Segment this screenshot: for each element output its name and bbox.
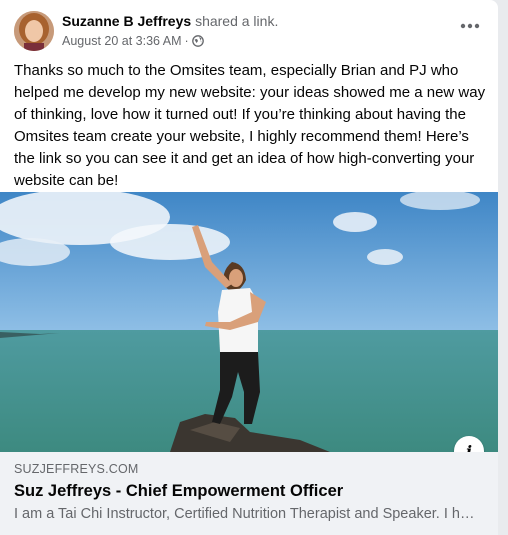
- meta-separator: ·: [184, 34, 189, 48]
- post-header: Suzanne B Jeffreys shared a link. August…: [14, 11, 484, 55]
- post-meta: August 20 at 3:36 AM ·: [62, 34, 204, 48]
- info-label: i: [465, 441, 473, 453]
- more-options-icon[interactable]: [456, 15, 484, 37]
- link-preview-image[interactable]: i: [0, 192, 498, 452]
- globe-icon[interactable]: [191, 35, 204, 47]
- author-avatar[interactable]: [14, 11, 54, 51]
- link-description: I am a Tai Chi Instructor, Certified Nut…: [14, 506, 476, 522]
- author-line: Suzanne B Jeffreys shared a link.: [62, 13, 278, 29]
- link-title[interactable]: Suz Jeffreys - Chief Empowerment Officer: [14, 482, 343, 501]
- post-card: Suzanne B Jeffreys shared a link. August…: [0, 0, 498, 535]
- post-timestamp[interactable]: August 20 at 3:36 AM: [62, 34, 182, 48]
- link-card[interactable]: SUZJEFFREYS.COM Suz Jeffreys - Chief Emp…: [0, 452, 498, 535]
- link-domain: SUZJEFFREYS.COM: [14, 462, 139, 476]
- post-text: Thanks so much to the Omsites team, espe…: [14, 62, 486, 189]
- post-action: shared a link.: [195, 13, 279, 29]
- author-name[interactable]: Suzanne B Jeffreys: [62, 13, 191, 29]
